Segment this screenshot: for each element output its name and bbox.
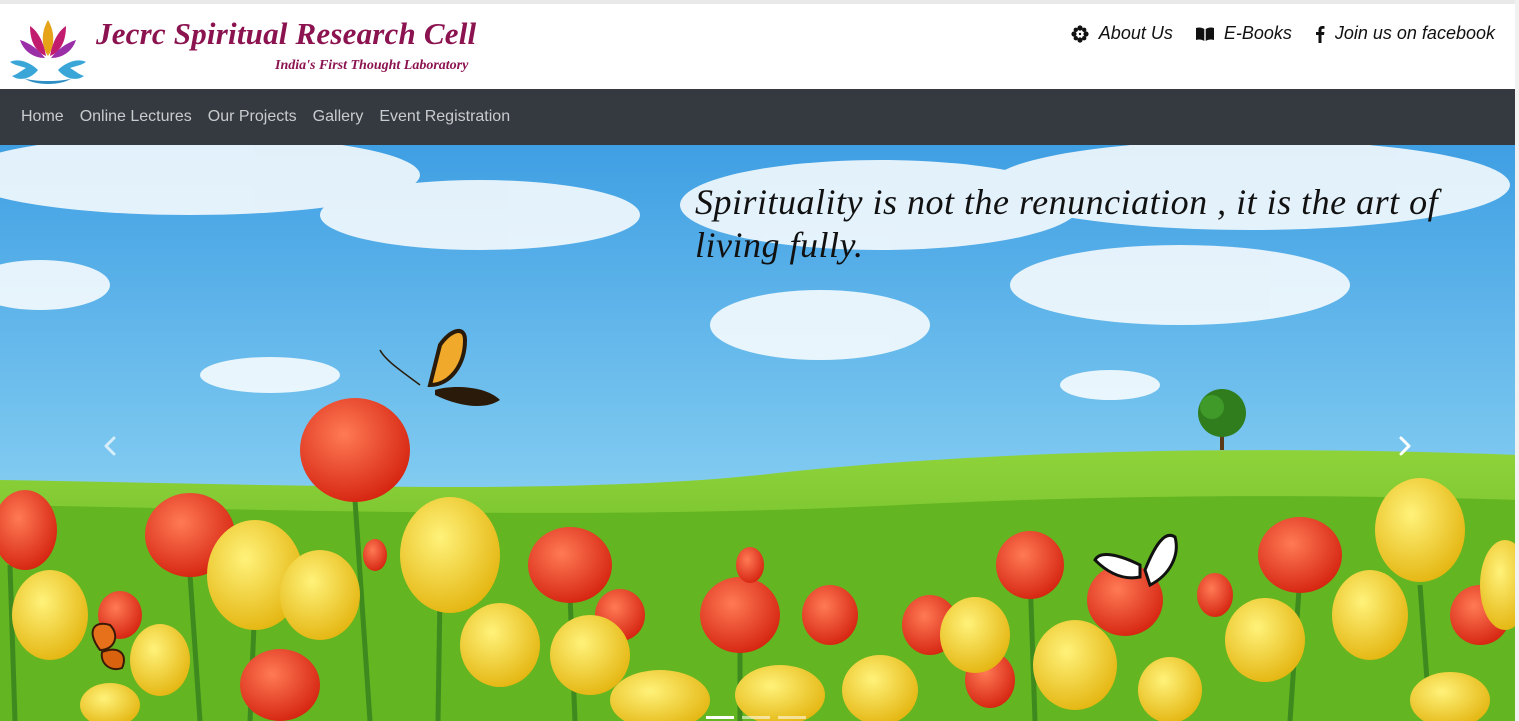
- carousel-indicator-2[interactable]: [742, 716, 770, 719]
- nav-item-online-lectures[interactable]: Online Lectures: [80, 108, 192, 126]
- ebooks-link[interactable]: E-Books: [1195, 23, 1292, 44]
- facebook-link[interactable]: Join us on facebook: [1314, 23, 1495, 44]
- hero-quote: Spirituality is not the renunciation , i…: [695, 182, 1439, 265]
- site-header: Jecrc Spiritual Research Cell India's Fi…: [0, 4, 1519, 89]
- facebook-label: Join us on facebook: [1334, 23, 1495, 43]
- scrollbar[interactable]: [1515, 0, 1519, 721]
- carousel-prev-button[interactable]: [100, 435, 122, 457]
- carousel-next-button[interactable]: [1393, 435, 1415, 457]
- nav-links: Home Online Lectures Our Projects Galler…: [21, 108, 526, 126]
- lotus-logo[interactable]: [8, 12, 88, 88]
- hero-carousel: Spirituality is not the renunciation , i…: [0, 145, 1519, 721]
- about-us-link[interactable]: About Us: [1070, 23, 1173, 44]
- carousel-indicator-3[interactable]: [778, 716, 806, 719]
- book-icon: [1195, 24, 1215, 44]
- main-navbar: Home Online Lectures Our Projects Galler…: [0, 89, 1519, 145]
- flower-icon: [1070, 24, 1090, 44]
- nav-item-home[interactable]: Home: [21, 108, 64, 126]
- nav-item-our-projects[interactable]: Our Projects: [208, 108, 297, 126]
- chevron-left-icon: [104, 436, 116, 456]
- top-links: About Us E-Books Join us on facebook: [1048, 23, 1495, 44]
- brand-subtitle: India's First Thought Laboratory: [275, 58, 469, 73]
- carousel-indicator-1[interactable]: [706, 716, 734, 719]
- nav-item-event-registration[interactable]: Event Registration: [379, 108, 510, 126]
- about-us-label: About Us: [1098, 23, 1173, 43]
- carousel-indicators: [706, 716, 806, 719]
- facebook-icon: [1314, 24, 1326, 44]
- brand-title[interactable]: Jecrc Spiritual Research Cell: [96, 16, 476, 52]
- nav-item-gallery[interactable]: Gallery: [313, 108, 364, 126]
- chevron-right-icon: [1399, 436, 1411, 456]
- ebooks-label: E-Books: [1223, 23, 1292, 43]
